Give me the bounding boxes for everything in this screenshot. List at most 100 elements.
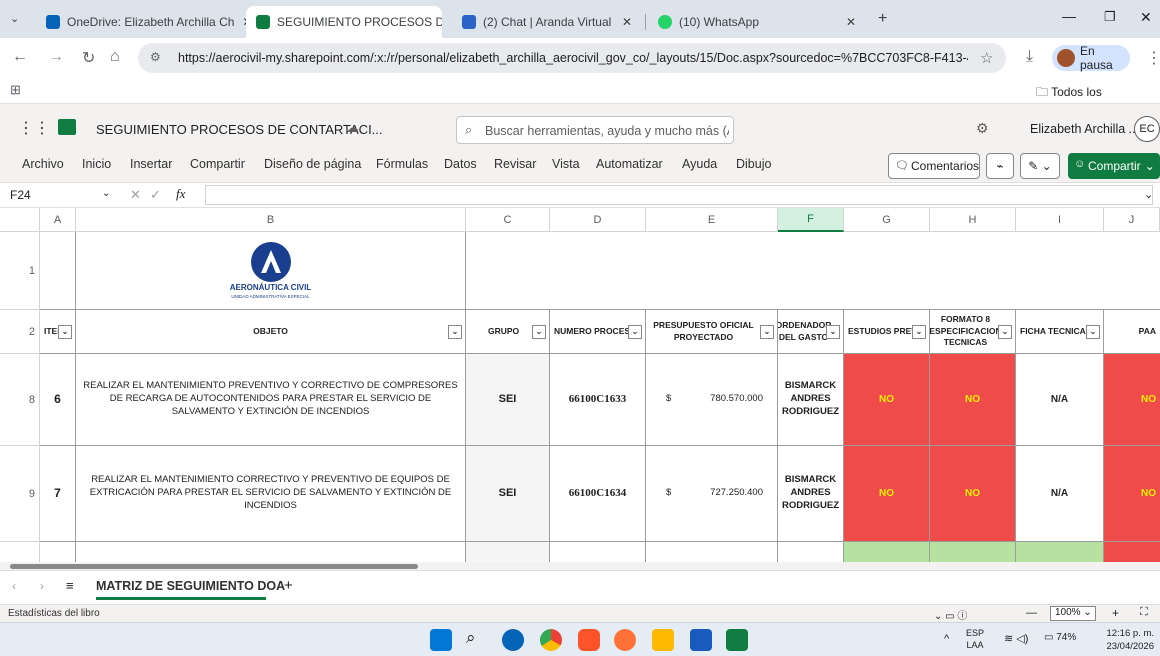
close-icon[interactable]: ✕ (614, 15, 632, 29)
reload-icon[interactable]: ↻ (82, 48, 95, 68)
zoom-out-icon[interactable]: — (1026, 607, 1037, 619)
header-ordenador[interactable]: ORDENADOR DEL GASTO ⌄ (778, 310, 844, 354)
tab-vista[interactable]: Vista (552, 157, 580, 171)
view-options-icon[interactable]: ⌄ ▭ ⓘ (934, 607, 967, 622)
url-box[interactable]: ⚙ https://aerocivil-my.sharepoint.com/:x… (138, 43, 1006, 73)
star-icon[interactable]: ☆ (980, 49, 993, 67)
close-icon[interactable]: ✕ (838, 15, 856, 29)
cell-grupo[interactable]: SEI (466, 446, 550, 542)
filter-dropdown-icon[interactable]: ⌄ (628, 324, 642, 339)
cell-paa[interactable]: NO (1104, 446, 1160, 542)
chrome-icon[interactable] (540, 629, 562, 651)
cell-item[interactable]: 6 (40, 354, 76, 446)
prev-sheet-icon[interactable]: ‹ (12, 579, 16, 593)
minimize-icon[interactable]: — (1062, 8, 1076, 24)
cell[interactable] (40, 232, 76, 310)
filter-dropdown-icon[interactable]: ⌄ (998, 324, 1012, 339)
restore-icon[interactable]: ❐ (1104, 9, 1116, 25)
windows-start-icon[interactable] (430, 629, 452, 651)
col-header-a[interactable]: A (40, 208, 76, 232)
profile-button[interactable]: En pausa (1052, 44, 1130, 72)
cell-grupo[interactable]: SEI (466, 354, 550, 446)
col-header-i[interactable]: I (1016, 208, 1104, 232)
filter-dropdown-icon[interactable]: ⌄ (448, 324, 462, 339)
formula-input[interactable] (205, 185, 1153, 205)
tab-list-icon[interactable]: ⌄ (10, 12, 19, 25)
col-header-j[interactable]: J (1104, 208, 1160, 232)
menu-kebab-icon[interactable]: ⋮ (1146, 48, 1160, 68)
col-header-f[interactable]: F (778, 208, 844, 232)
cell-formato[interactable]: NO (930, 354, 1016, 446)
header-ficha[interactable]: FICHA TECNICA ⌄ (1016, 310, 1104, 354)
header-paa[interactable]: PAA (1104, 310, 1160, 354)
cell-formato[interactable]: NO (930, 446, 1016, 542)
zoom-in-icon[interactable]: + (1112, 606, 1119, 620)
cell-estudios[interactable]: NO (844, 446, 930, 542)
workbook-statistics[interactable]: Estadísticas del libro (8, 608, 100, 619)
select-all-corner[interactable] (0, 208, 40, 232)
fullscreen-icon[interactable]: ⛶ (1140, 606, 1148, 619)
filter-dropdown-icon[interactable]: ⌄ (1086, 324, 1100, 339)
comments-button[interactable]: 🗨 Comentarios (888, 153, 980, 179)
header-item[interactable]: ITEI ⌄ (40, 310, 76, 354)
cell[interactable] (466, 232, 1160, 310)
brave-icon[interactable] (578, 629, 600, 651)
row-header[interactable]: 8 (0, 354, 40, 446)
col-header-e[interactable]: E (646, 208, 778, 232)
apps-grid-icon[interactable]: ⊞ (10, 82, 21, 98)
tab-aranda-chat[interactable]: (2) Chat | Aranda Virtual Agent ✕ (452, 6, 642, 38)
logo-cell[interactable]: AERONÁUTICA CIVIL UNIDAD ADMINISTRATIVA … (76, 232, 466, 310)
header-numero[interactable]: NUMERO PROCESC ⌄ (550, 310, 646, 354)
tab-seguimiento[interactable]: SEGUIMIENTO PROCESOS DE C ✕ (246, 6, 442, 38)
tab-insertar[interactable]: Insertar (130, 157, 172, 171)
outlook-icon[interactable] (502, 629, 524, 651)
chevron-down-icon[interactable]: ⌄ (102, 188, 110, 199)
tab-archivo[interactable]: Archivo (22, 157, 64, 171)
share-button[interactable]: ☺ Compartir ⌄ (1068, 153, 1160, 179)
window-close-icon[interactable]: ✕ (1140, 9, 1152, 26)
expand-formula-icon[interactable]: ⌄ (1144, 188, 1153, 201)
horizontal-scrollbar[interactable] (0, 562, 1160, 570)
insert-function-icon[interactable]: fx (176, 186, 185, 202)
tab-formulas[interactable]: Fórmulas (376, 157, 428, 171)
home-icon[interactable]: ⌂ (110, 48, 120, 66)
cell-numero[interactable]: 66100C1634 (550, 446, 646, 542)
tab-ayuda[interactable]: Ayuda (682, 157, 717, 171)
check-icon[interactable]: ✓ (150, 187, 161, 203)
cell-estudios[interactable]: NO (844, 354, 930, 446)
language-indicator[interactable]: ESP LAA (966, 627, 984, 651)
tab-diseno-pagina[interactable]: Diseño de página (264, 157, 361, 171)
user-avatar[interactable]: EC (1134, 116, 1160, 142)
col-header-h[interactable]: H (930, 208, 1016, 232)
tab-automatizar[interactable]: Automatizar (596, 157, 663, 171)
cancel-icon[interactable]: ✕ (130, 187, 141, 203)
close-icon[interactable]: ✕ (234, 15, 246, 29)
worksheet-grid[interactable]: A B C D E F G H I J 1 AERONÁUTICA CIVIL … (0, 208, 1160, 570)
forward-icon[interactable]: → (48, 48, 64, 66)
tab-compartir[interactable]: Compartir (190, 157, 245, 171)
col-header-b[interactable]: B (76, 208, 466, 232)
scrollbar-thumb[interactable] (10, 564, 418, 569)
chevron-up-icon[interactable]: ^ (944, 633, 949, 645)
search-icon[interactable]: ⌕ (466, 628, 476, 648)
tab-revisar[interactable]: Revisar (494, 157, 536, 171)
filter-dropdown-icon[interactable]: ⌄ (826, 324, 840, 339)
filter-dropdown-icon[interactable]: ⌄ (912, 324, 926, 339)
tab-datos[interactable]: Datos (444, 157, 477, 171)
settings-gear-icon[interactable]: ⚙ (976, 120, 989, 137)
row-header[interactable]: 1 (0, 232, 40, 310)
name-box[interactable]: F24 (10, 188, 31, 202)
cell-ordenador[interactable]: BISMARCK ANDRES RODRIGUEZ (778, 354, 844, 446)
tab-onedrive[interactable]: OneDrive: Elizabeth Archilla Ch ✕ (36, 6, 246, 38)
site-info-icon[interactable]: ⚙ (150, 50, 161, 64)
editing-mode-button[interactable]: ✎ ⌄ (1020, 153, 1060, 179)
header-estudios[interactable]: ESTUDIOS PREVI ⌄ (844, 310, 930, 354)
cell-objeto[interactable]: REALIZAR EL MANTENIMIENTO PREVENTIVO Y C… (76, 354, 466, 446)
zoom-select[interactable]: 100% ⌄ (1050, 606, 1096, 621)
cell-presupuesto[interactable]: $780.570.000 (646, 354, 778, 446)
download-icon[interactable]: ⤓ (1026, 48, 1033, 66)
search-input[interactable]: ⌕ Buscar herramientas, ayuda y mucho más… (456, 116, 734, 144)
user-name[interactable]: Elizabeth Archilla ... (1030, 122, 1139, 136)
cell-objeto[interactable]: REALIZAR EL MANTENIMIENTO CORRECTIVO Y P… (76, 446, 466, 542)
back-icon[interactable]: ← (12, 48, 28, 66)
